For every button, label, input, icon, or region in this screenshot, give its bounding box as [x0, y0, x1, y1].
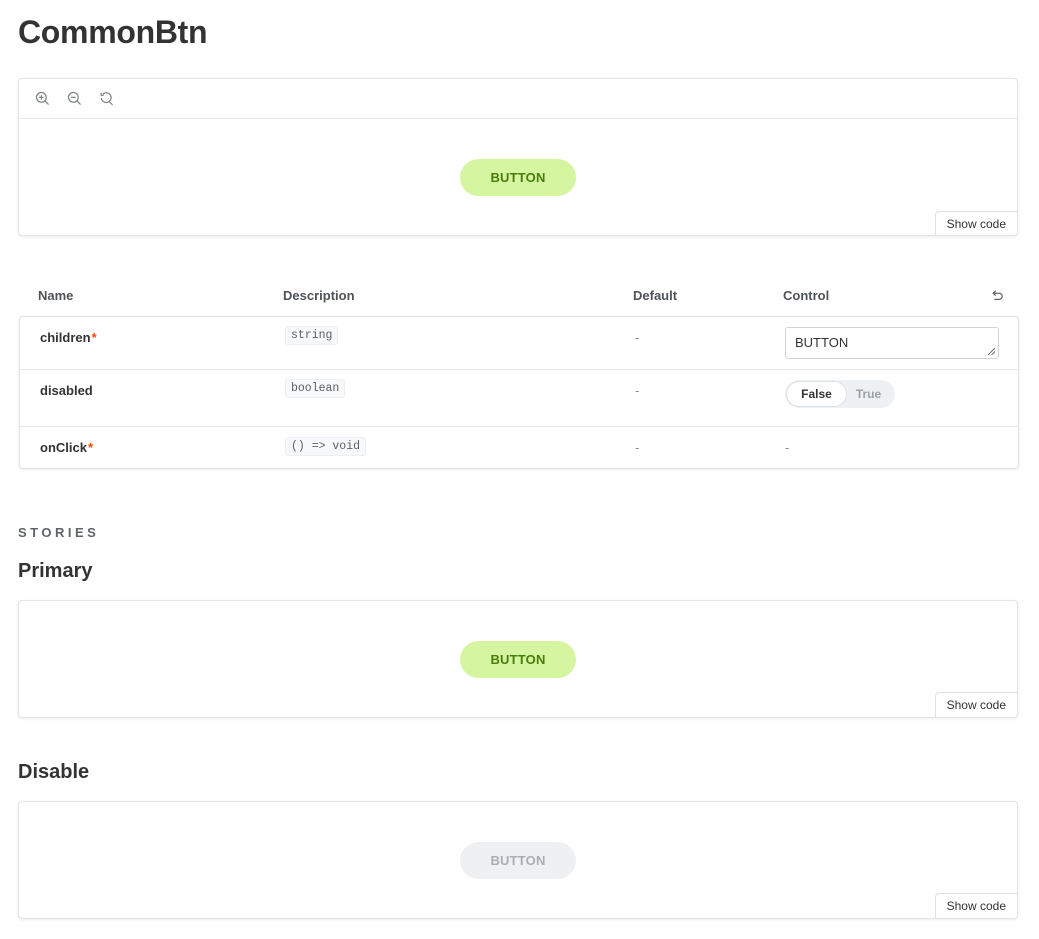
canvas-preview-area: BUTTON Show code [19, 119, 1017, 235]
arg-default: - [635, 440, 640, 455]
header-control: Control [783, 288, 830, 303]
required-marker: * [87, 440, 94, 455]
header-name: Name [38, 288, 74, 303]
story-title-disable: Disable [18, 761, 90, 783]
toggle-false-option[interactable]: False [787, 382, 846, 406]
table-row: disabled boolean - False True [20, 370, 1018, 427]
args-table: children* string - BUTTON disabled boole… [19, 316, 1019, 469]
story-primary-preview: BUTTON Show code [18, 600, 1018, 718]
story-title-primary: Primary [18, 560, 93, 582]
reset-controls-icon[interactable] [990, 288, 1004, 305]
arg-name: children* [40, 330, 97, 345]
stories-label: STORIES [18, 525, 100, 540]
canvas-preview: BUTTON Show code [18, 78, 1018, 236]
show-code-button[interactable]: Show code [934, 692, 1017, 717]
show-code-button[interactable]: Show code [934, 893, 1017, 918]
show-code-button[interactable]: Show code [934, 211, 1017, 235]
preview-button[interactable]: BUTTON [460, 159, 576, 196]
header-description: Description [283, 288, 355, 303]
arg-type: () => void [285, 437, 367, 456]
header-default: Default [633, 288, 678, 303]
story-disable-preview: BUTTON Show code [18, 801, 1018, 919]
arg-default: - [635, 330, 640, 345]
canvas-toolbar [19, 79, 1017, 119]
page-title: CommonBtn [18, 14, 208, 50]
arg-control: - [785, 440, 790, 455]
arg-name: disabled [40, 383, 93, 398]
table-row: children* string - BUTTON [20, 317, 1018, 370]
resize-grip-icon[interactable] [987, 347, 995, 355]
children-text-control[interactable]: BUTTON [785, 327, 999, 359]
zoom-in-icon[interactable] [33, 90, 51, 108]
story-preview-area: BUTTON Show code [19, 802, 1017, 918]
arg-type: string [285, 326, 339, 345]
disabled-toggle[interactable]: False True [785, 380, 895, 408]
arg-default: - [635, 383, 640, 398]
table-row: onClick* () => void - - [20, 427, 1018, 468]
disabled-story-button: BUTTON [460, 842, 576, 879]
zoom-reset-icon[interactable] [97, 90, 115, 108]
story-preview-area: BUTTON Show code [19, 601, 1017, 717]
primary-story-button[interactable]: BUTTON [460, 641, 576, 678]
arg-name: onClick* [40, 440, 94, 455]
required-marker: * [91, 330, 97, 345]
args-table-header: Name Description Default Control [18, 286, 1018, 306]
zoom-out-icon[interactable] [65, 90, 83, 108]
toggle-true-option[interactable]: True [846, 382, 891, 406]
arg-type: boolean [285, 379, 346, 398]
